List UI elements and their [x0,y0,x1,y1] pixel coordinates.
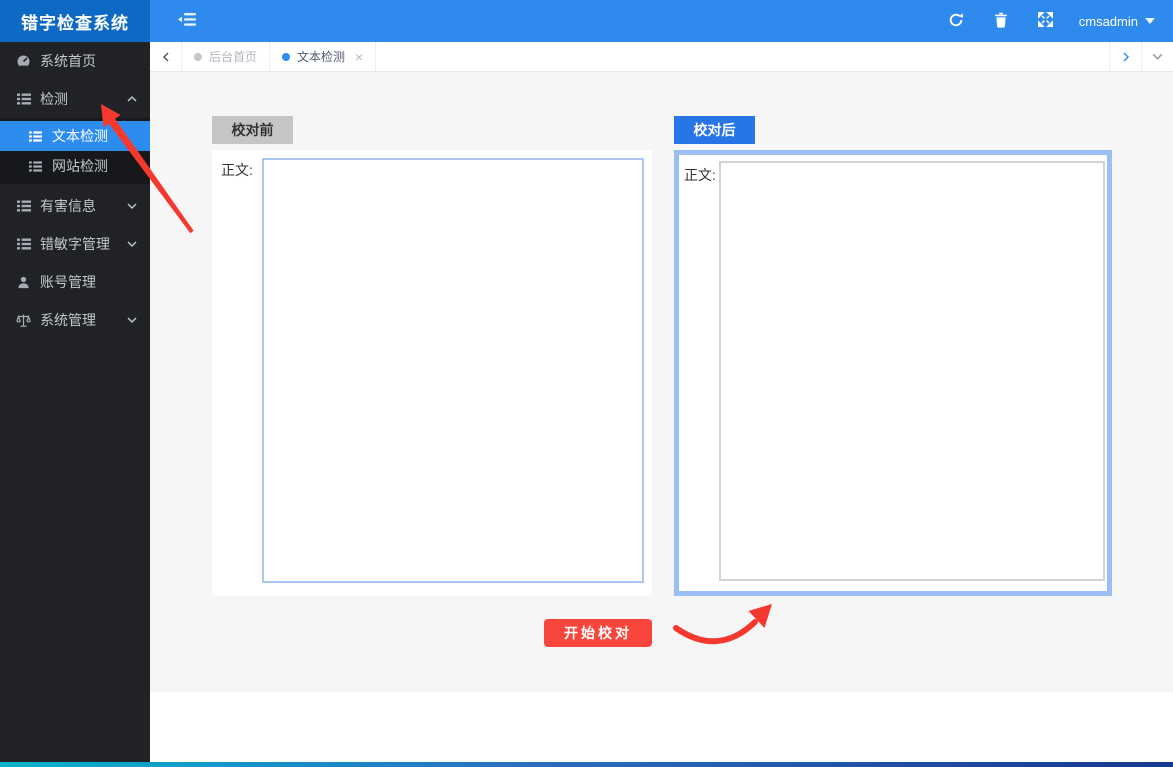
sidebar-item-label: 文本检测 [52,126,108,146]
sidebar-item-label: 系统首页 [40,51,96,71]
sidebar: 错字检查系统 系统首页 检测 文本检测 [0,0,150,762]
dashboard-icon [16,54,31,69]
sidebar-item-label: 检测 [40,89,68,109]
tabs-scroll-left-button[interactable] [150,42,182,71]
menu-fold-icon [178,12,197,30]
before-proofread-tag: 校对前 [212,116,293,144]
after-proofread-tag: 校对后 [674,116,755,144]
sidebar-item-system[interactable]: 系统管理 [0,301,150,339]
sidebar-item-label: 账号管理 [40,272,96,292]
list-icon [16,199,31,213]
user-menu[interactable]: cmsadmin [1079,14,1155,29]
tab-label: 文本检测 [297,48,345,65]
fullscreen-button[interactable] [1034,8,1057,34]
start-proofread-button[interactable]: 开始校对 [544,619,652,647]
page-footer-area [150,692,1173,762]
trash-button[interactable] [990,8,1012,35]
bottom-gradient-bar [0,762,1173,767]
scales-icon [16,313,31,328]
user-icon [16,276,31,289]
topbar: cmsadmin [150,0,1173,42]
sidebar-item-sensitive-words[interactable]: 错敏字管理 [0,225,150,263]
tab-label: 后台首页 [209,48,257,65]
list-icon [28,160,43,173]
tabs-scroll-right-button[interactable] [1109,42,1141,71]
chevron-right-icon [1120,51,1132,63]
sidebar-item-text-detect[interactable]: 文本检测 [0,121,150,151]
sidebar-item-label: 错敏字管理 [40,234,110,254]
tab-status-dot [194,53,202,61]
sidebar-item-label: 有害信息 [40,196,96,216]
body-text-label: 正文: [684,165,716,185]
chevron-left-icon [160,51,172,63]
caret-down-icon [1145,18,1155,24]
tab-backend-home[interactable]: 后台首页 [182,42,270,71]
refresh-icon [948,12,964,31]
chevron-down-icon [126,200,138,212]
sidebar-submenu-detect: 文本检测 网站检测 [0,118,150,184]
app-logo: 错字检查系统 [0,0,150,42]
list-icon [28,130,43,143]
before-proofread-panel: 正文: [212,150,652,596]
chevron-down-icon [126,238,138,250]
chevron-down-icon [1151,50,1164,63]
after-proofread-textarea[interactable] [719,161,1105,581]
refresh-button[interactable] [944,8,968,35]
tabbar-spacer [376,42,1109,71]
username: cmsadmin [1079,14,1138,29]
before-proofread-textarea[interactable] [262,158,644,583]
tab-close-icon[interactable]: × [355,50,363,64]
body-text-label: 正文: [221,160,253,180]
chevron-down-icon [126,314,138,326]
sidebar-item-label: 系统管理 [40,310,96,330]
chevron-up-icon [126,93,138,105]
trash-icon [994,12,1008,31]
sidebar-item-home[interactable]: 系统首页 [0,42,150,80]
fullscreen-icon [1038,12,1053,30]
tabs-menu-button[interactable] [1141,42,1173,71]
sidebar-item-label: 网站检测 [52,156,108,176]
tab-status-dot [282,53,290,61]
sidebar-nav: 系统首页 检测 文本检测 网站检测 [0,42,150,339]
sidebar-item-accounts[interactable]: 账号管理 [0,263,150,301]
list-icon [16,92,31,106]
sidebar-item-harmful-info[interactable]: 有害信息 [0,187,150,225]
sidebar-item-detect[interactable]: 检测 [0,80,150,118]
tabbar: 后台首页 文本检测 × [150,42,1173,72]
sidebar-item-site-detect[interactable]: 网站检测 [0,151,150,181]
tab-text-detect[interactable]: 文本检测 × [270,42,376,71]
after-proofread-panel: 正文: [674,150,1112,596]
menu-fold-button[interactable] [174,8,201,34]
list-icon [16,237,31,251]
text-detect-page: 校对前 正文: 校对后 正文: 开始校对 [150,72,1173,692]
